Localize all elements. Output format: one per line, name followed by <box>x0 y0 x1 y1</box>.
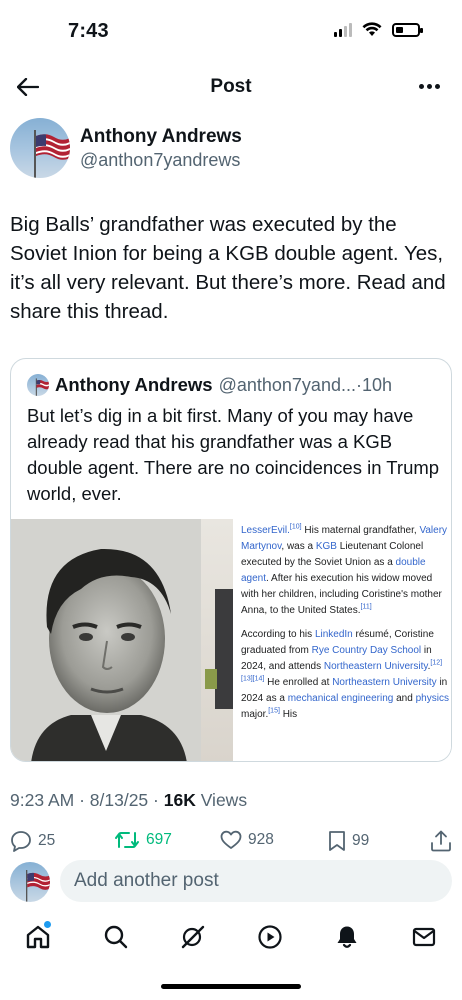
wifi-icon <box>362 22 382 36</box>
share-icon <box>431 830 451 852</box>
bookmark-icon <box>329 831 345 851</box>
wiki-citation[interactable]: [15] <box>268 708 280 715</box>
wiki-excerpt: LesserEvil.[10] His maternal grandfather… <box>241 523 449 731</box>
battery-icon <box>392 22 423 37</box>
quote-media[interactable]: LesserEvil.[10] His maternal grandfather… <box>11 519 451 761</box>
post-date: 8/13/25 <box>89 790 149 810</box>
wiki-text: and <box>393 693 416 704</box>
signal-icon <box>334 22 352 37</box>
quote-author-handle: @anthon7yand... <box>218 374 356 395</box>
notification-dot <box>44 921 51 928</box>
wiki-link[interactable]: Rye Country Day School <box>312 645 422 656</box>
tab-search[interactable] <box>99 920 133 954</box>
tab-video[interactable] <box>253 920 287 954</box>
tab-grok[interactable] <box>176 920 210 954</box>
post-text: Big Balls’ grandfather was executed by t… <box>10 213 446 323</box>
wiki-text: His <box>279 709 298 720</box>
meta-separator: · <box>74 790 90 810</box>
views-count[interactable]: 16K <box>164 790 196 810</box>
reply-button[interactable]: 25 <box>10 830 55 852</box>
wiki-link[interactable]: Northeastern University <box>324 661 428 672</box>
portrait-photo <box>11 519 201 761</box>
tab-notifications[interactable] <box>330 920 364 954</box>
portrait-image <box>11 519 201 761</box>
action-bar: 25 697 928 99 <box>10 830 456 856</box>
home-indicator <box>161 984 301 989</box>
status-time: 7:43 <box>68 20 109 42</box>
messages-icon <box>412 927 436 947</box>
wiki-citation[interactable]: [10] <box>290 524 302 531</box>
like-button[interactable]: 928 <box>220 830 274 850</box>
views-label: Views <box>195 790 248 810</box>
tab-home[interactable] <box>21 920 55 954</box>
photo-edge <box>201 519 233 761</box>
post-meta: 9:23 AM · 8/13/25 · 16K Views <box>10 790 247 811</box>
reply-icon <box>11 831 31 852</box>
wiki-text: He enrolled at <box>264 677 333 688</box>
more-dots-icon <box>418 83 424 89</box>
repost-icon <box>115 832 139 848</box>
battery-level <box>396 26 403 33</box>
wiki-link[interactable]: LesserEvil. <box>241 525 290 536</box>
quote-time: 10h <box>361 374 393 395</box>
wiki-link[interactable]: KGB <box>316 541 337 552</box>
wiki-link[interactable]: Northeastern University <box>332 677 436 688</box>
quote-header: Anthony Andrews @anthon7yand... · 10h <box>27 373 441 397</box>
more-button[interactable] <box>414 72 444 100</box>
wiki-link[interactable]: mechanical engineering <box>288 693 394 704</box>
author-handle[interactable]: @anthon7yandrews <box>80 150 240 171</box>
page-title: Post <box>210 76 252 97</box>
reply-composer <box>10 860 452 904</box>
flag-avatar-image <box>34 130 70 178</box>
wiki-paragraph-2: According to his LinkedIn résumé, Corist… <box>241 627 449 723</box>
meta-separator: · <box>148 790 164 810</box>
wiki-text: According to his <box>241 629 315 640</box>
quote-text: But let’s dig in a bit first. Many of yo… <box>27 405 440 504</box>
heart-icon <box>220 830 242 849</box>
quoted-post[interactable]: Anthony Andrews @anthon7yand... · 10h Bu… <box>10 358 452 762</box>
wiki-text: , was a <box>281 541 316 552</box>
wiki-link[interactable]: physics <box>416 693 449 704</box>
grok-icon <box>181 925 205 949</box>
wiki-link[interactable]: LinkedIn <box>315 629 353 640</box>
wiki-text: His maternal grandfather, <box>301 525 420 536</box>
bookmark-count: 99 <box>352 832 370 849</box>
like-count: 928 <box>248 831 274 848</box>
search-icon <box>104 925 128 949</box>
wiki-citation[interactable]: [11] <box>361 604 372 611</box>
wiki-text: major. <box>241 709 269 720</box>
nav-bar: Post <box>0 64 462 110</box>
repost-count: 697 <box>146 831 172 848</box>
flag-avatar-image <box>26 870 50 902</box>
repost-button[interactable]: 697 <box>114 830 172 850</box>
reply-count: 25 <box>38 832 56 849</box>
wiki-text: . After his execution his widow moved wi… <box>241 573 442 616</box>
user-avatar[interactable] <box>10 862 50 902</box>
reply-input[interactable] <box>60 860 452 902</box>
post-time: 9:23 AM <box>10 790 75 810</box>
flag-avatar-image <box>35 378 49 396</box>
video-icon <box>258 925 282 949</box>
notifications-icon <box>337 926 357 948</box>
share-button[interactable] <box>430 830 452 852</box>
wiki-paragraph-1: LesserEvil.[10] His maternal grandfather… <box>241 523 449 619</box>
bottom-tab-bar <box>0 914 462 958</box>
author-header: Anthony Andrews @anthon7yandrews <box>10 118 452 182</box>
status-bar: 7:43 <box>0 0 462 64</box>
avatar[interactable] <box>10 118 70 178</box>
status-icons <box>334 22 423 37</box>
quote-author-name: Anthony Andrews <box>55 374 213 395</box>
tab-messages[interactable] <box>407 920 441 954</box>
bookmark-button[interactable]: 99 <box>328 830 369 852</box>
quote-avatar <box>27 374 49 396</box>
author-name[interactable]: Anthony Andrews <box>80 126 242 148</box>
